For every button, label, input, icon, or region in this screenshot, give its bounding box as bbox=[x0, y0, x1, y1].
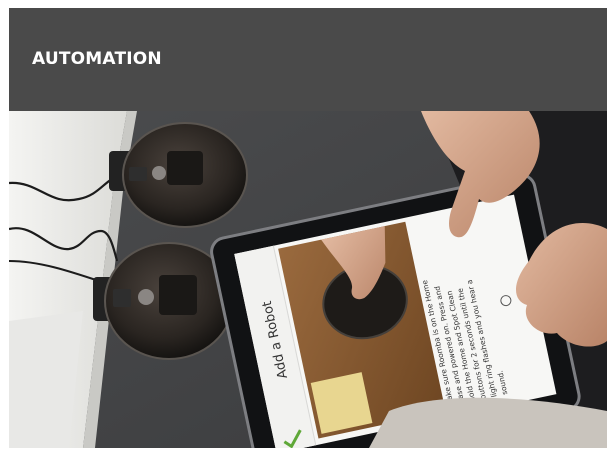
content-card: AUTOMATION Add a Robot Make sure Roomba … bbox=[9, 8, 607, 448]
section-title: AUTOMATION bbox=[32, 49, 162, 69]
app-photo-wall bbox=[310, 372, 373, 434]
robot-handle bbox=[167, 151, 203, 185]
robot-button bbox=[138, 289, 154, 305]
photo-illustration: Add a Robot Make sure Roomba is on the H… bbox=[9, 111, 607, 448]
robot-button bbox=[152, 166, 166, 180]
robot-handle bbox=[159, 275, 197, 315]
robot-bumper bbox=[113, 289, 131, 307]
photo-robot-vacuums-tablet: Add a Robot Make sure Roomba is on the H… bbox=[9, 111, 607, 448]
robot-bumper bbox=[129, 167, 147, 181]
header-band: AUTOMATION bbox=[9, 8, 607, 111]
